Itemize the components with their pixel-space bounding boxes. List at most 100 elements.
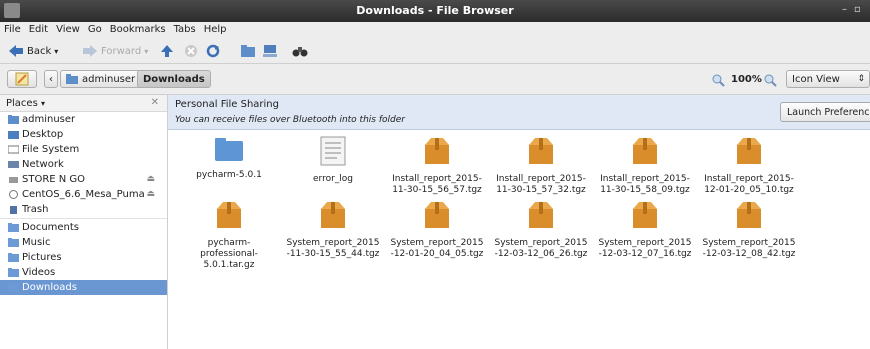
usb-drive-icon <box>9 177 18 183</box>
file-item[interactable]: System_report_2015-12-03-12_07_16.tgz <box>597 200 693 260</box>
menu-view[interactable]: View <box>52 22 84 35</box>
forward-button[interactable]: Forward ▾ <box>82 43 148 59</box>
file-name: System_report_2015-12-01-20_04_05.tgz <box>390 238 484 259</box>
sidebar-item-network[interactable]: Network <box>0 157 167 172</box>
sidebar-item-label: File System <box>22 144 80 155</box>
archive-icon <box>597 200 693 234</box>
bluetooth-infobar: Personal File Sharing You can receive fi… <box>168 95 870 130</box>
menu-tabs[interactable]: Tabs <box>170 22 200 35</box>
home-folder-icon <box>241 45 255 57</box>
file-name: pycharm-5.0.1 <box>196 170 262 180</box>
sidebar-item-music[interactable]: Music <box>0 235 167 250</box>
zoom-out-button[interactable] <box>712 72 725 88</box>
file-item[interactable]: System_report_2015-12-01-20_04_05.tgz <box>389 200 485 260</box>
sidebar-item-label: CentOS_6.6_Mesa_Puma <box>22 189 145 200</box>
back-label: Back <box>27 45 52 57</box>
forward-label: Forward <box>101 45 142 57</box>
menu-bar: File Edit View Go Bookmarks Tabs Help <box>0 22 870 40</box>
sidebar-item-label: Pictures <box>22 252 62 263</box>
sidebar-item-label: Desktop <box>22 129 64 140</box>
sidebar-item-downloads[interactable]: Downloads <box>0 280 167 295</box>
sidebar-item-label: Videos <box>22 267 56 278</box>
bookmarks-list: Documents Music Pictures Videos Downloads <box>0 220 167 295</box>
menu-file[interactable]: File <box>0 22 25 35</box>
trash-icon <box>10 206 17 214</box>
places-header[interactable]: Places ▾ ✕ <box>0 95 167 112</box>
crumb-left-button[interactable]: ‹ <box>44 70 58 88</box>
folder-icon <box>8 268 19 277</box>
menu-bookmarks[interactable]: Bookmarks <box>106 22 170 35</box>
text-file-icon <box>285 136 381 170</box>
zoom-in-button[interactable] <box>764 72 777 88</box>
zoom-in-icon <box>764 74 777 87</box>
places-list: adminuser Desktop File System Network STORE … <box>0 112 167 217</box>
divider <box>0 218 167 219</box>
menu-help[interactable]: Help <box>200 22 231 35</box>
sidebar-item-pictures[interactable]: Pictures <box>0 250 167 265</box>
home-folder-icon <box>66 74 78 84</box>
launch-preferences-button[interactable]: Launch Preferences <box>780 102 870 122</box>
menu-edit[interactable]: Edit <box>25 22 52 35</box>
minimize-icon[interactable]: – <box>842 4 847 15</box>
infobar-message: You can receive files over Bluetooth int… <box>175 115 405 125</box>
view-mode-select[interactable]: Icon View ⇕ <box>786 70 870 88</box>
file-name: error_log <box>312 174 353 184</box>
file-item[interactable]: error_log <box>285 136 381 185</box>
window-titlebar[interactable]: Downloads - File Browser – ▫ <box>0 0 870 22</box>
file-item[interactable]: Install_report_2015-11-30-15_58_09.tgz <box>597 136 693 196</box>
computer-button[interactable] <box>262 43 278 59</box>
file-name: System_report_2015-12-03-12_06_26.tgz <box>494 238 588 259</box>
edit-icon <box>15 72 29 86</box>
archive-icon <box>181 200 277 234</box>
sidebar-item-store-n-go[interactable]: STORE N GO ⏏ <box>0 172 167 187</box>
select-arrows-icon: ⇕ <box>857 74 865 84</box>
file-item[interactable]: Install_report_2015-11-30-15_56_57.tgz <box>389 136 485 196</box>
eject-icon[interactable]: ⏏ <box>146 172 155 187</box>
sidebar-item-label: Downloads <box>22 282 77 293</box>
sidebar-item-desktop[interactable]: Desktop <box>0 127 167 142</box>
up-button[interactable] <box>160 43 174 59</box>
close-sidebar-icon[interactable]: ✕ <box>151 97 159 108</box>
back-button[interactable]: Back ▾ <box>8 43 58 59</box>
crumb-label: Downloads <box>143 73 205 85</box>
archive-icon <box>285 200 381 234</box>
binoculars-icon <box>292 47 308 57</box>
folder-icon <box>8 238 19 247</box>
sidebar-item-file-system[interactable]: File System <box>0 142 167 157</box>
folder-icon <box>8 283 19 292</box>
sidebar-item-trash[interactable]: Trash <box>0 202 167 217</box>
sidebar-item-videos[interactable]: Videos <box>0 265 167 280</box>
crumb-downloads[interactable]: Downloads <box>137 70 211 88</box>
eject-icon[interactable]: ⏏ <box>146 187 155 202</box>
computer-icon <box>263 45 277 57</box>
file-item[interactable]: Install_report_2015-12-01-20_05_10.tgz <box>701 136 797 196</box>
search-button[interactable] <box>292 43 308 59</box>
file-name: pycharm-professional-5.0.1.tar.gz <box>200 238 258 270</box>
maximize-icon[interactable]: ▫ <box>854 4 861 15</box>
sidebar-item-adminuser[interactable]: adminuser <box>0 112 167 127</box>
file-name: Install_report_2015-11-30-15_56_57.tgz <box>392 174 482 195</box>
file-item[interactable]: System_report_2015-12-03-12_06_26.tgz <box>493 200 589 260</box>
sidebar-item-centos-6-6-mesa-puma[interactable]: CentOS_6.6_Mesa_Puma ⏏ <box>0 187 167 202</box>
file-item[interactable]: System_report_2015-11-30-15_55_44.tgz <box>285 200 381 260</box>
folder-icon <box>8 223 19 232</box>
home-button[interactable] <box>240 43 256 59</box>
disc-icon <box>9 190 18 199</box>
view-mode-value: Icon View <box>792 73 840 85</box>
archive-icon <box>389 200 485 234</box>
stop-button[interactable] <box>184 43 198 59</box>
reload-button[interactable] <box>206 43 220 59</box>
file-item[interactable]: pycharm-professional-5.0.1.tar.gz <box>181 200 277 271</box>
file-name: Install_report_2015-11-30-15_57_32.tgz <box>496 174 586 195</box>
file-item[interactable]: Install_report_2015-11-30-15_57_32.tgz <box>493 136 589 196</box>
file-item[interactable]: pycharm-5.0.1 <box>181 136 277 181</box>
crumb-adminuser[interactable]: adminuser <box>60 70 142 88</box>
filesystem-icon <box>8 145 19 154</box>
sidebar-item-documents[interactable]: Documents <box>0 220 167 235</box>
edit-location-button[interactable] <box>7 70 37 88</box>
menu-go[interactable]: Go <box>84 22 106 35</box>
sidebar-item-label: Music <box>22 237 51 248</box>
file-name: Install_report_2015-12-01-20_05_10.tgz <box>704 174 794 195</box>
file-item[interactable]: System_report_2015-12-03-12_08_42.tgz <box>701 200 797 260</box>
sidebar-item-label: adminuser <box>22 114 76 125</box>
